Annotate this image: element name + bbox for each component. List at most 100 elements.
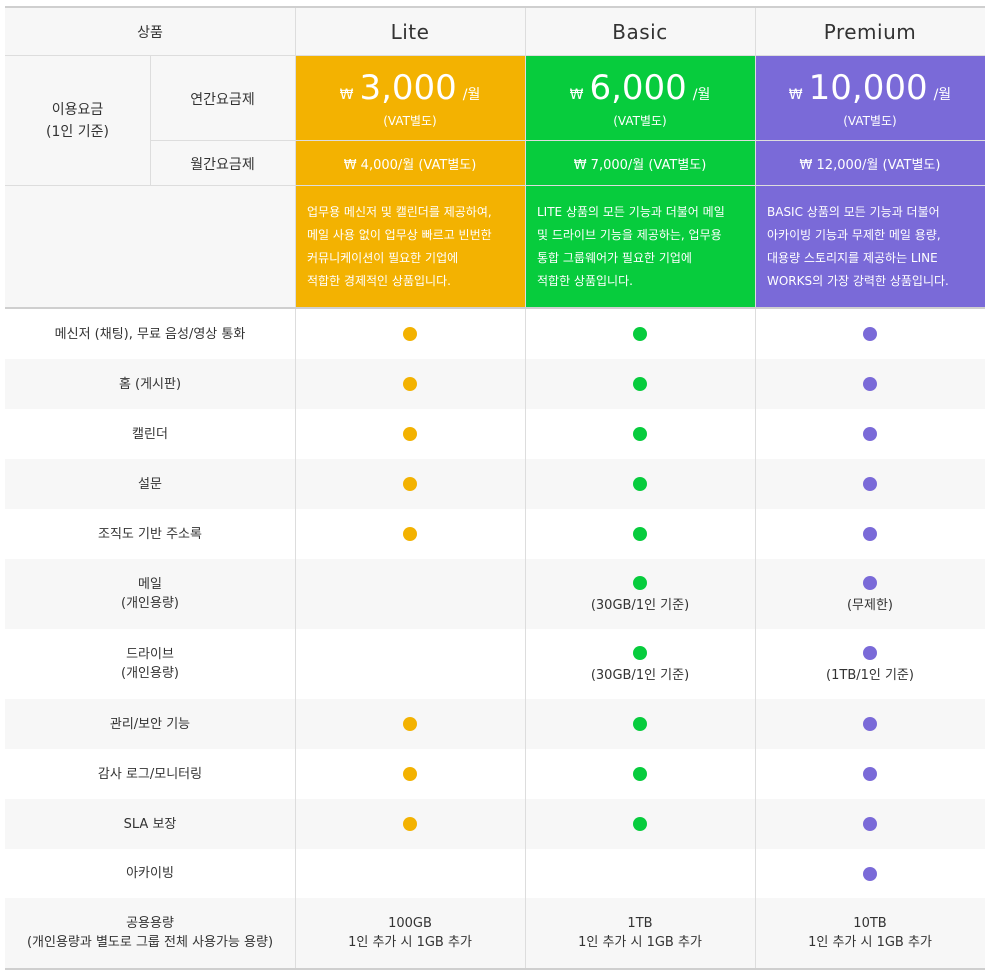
monthly-plan-label-text: 월간요금제: [190, 156, 255, 173]
currency-symbol: ₩: [339, 87, 354, 103]
feature-label: 캘린더: [5, 409, 295, 459]
feature-label: 설문: [5, 459, 295, 509]
included-dot-icon: [633, 645, 647, 660]
description-line: 통합 그룹웨어가 필요한 기업에: [537, 251, 692, 265]
feature-cell-premium: [755, 509, 985, 559]
monthly-price-basic: ₩ 7,000/월 (VAT별도): [525, 141, 755, 186]
pricing-group-label: 이용요금 (1인 기준): [5, 56, 150, 186]
storage-premium: 10TB 1인 추가 시 1GB 추가: [755, 898, 985, 968]
included-dot-icon: [403, 477, 417, 491]
description-line: 아카이빙 기능과 무제한 메일 용량,: [767, 228, 941, 242]
currency-symbol: ₩: [788, 87, 803, 103]
included-dot-icon: [863, 477, 877, 491]
description-line: 및 드라이브 기능을 제공하는, 업무용: [537, 228, 722, 242]
pricing-table: 상품 Lite Basic Premium 이용요금 (1인 기준) 연간요금제…: [5, 0, 985, 976]
monthly-price-text: ₩ 12,000/월 (VAT별도): [799, 158, 941, 173]
feature-label-text: 감사 로그/모니터링: [97, 766, 203, 782]
description-basic: LITE 상품의 모든 기능과 더불어 메일 및 드라이브 기능을 제공하는, …: [525, 186, 755, 308]
included-dot-icon: [633, 427, 647, 441]
feature-cell-premium: [755, 749, 985, 799]
feature-cell-lite: [295, 849, 525, 898]
pricing-group-line1: 이용요금: [51, 102, 104, 118]
feature-label: 드라이브 (개인용량): [5, 629, 295, 699]
feature-cell-lite: [295, 559, 525, 629]
feature-label-sub: (개인용량): [121, 596, 179, 611]
feature-cell-lite: [295, 629, 525, 699]
price-value: 10,000: [808, 68, 928, 108]
storage-per-user: 1인 추가 시 1GB 추가: [348, 935, 472, 950]
storage-amount: 1TB: [627, 916, 653, 931]
annual-price-basic: ₩6,000/월 (VAT별도): [525, 56, 755, 141]
included-dot-icon: [863, 575, 877, 590]
table-bottom-border: [5, 968, 985, 970]
product-header-label: 상품: [137, 25, 163, 41]
price-value: 6,000: [589, 68, 687, 108]
feature-cell-premium: [755, 849, 985, 898]
storage-label: 공용용량 (개인용량과 별도로 그룹 전체 사용가능 용량): [5, 898, 295, 968]
feature-label: 홈 (게시판): [5, 359, 295, 409]
currency-symbol: ₩: [569, 87, 584, 103]
plan-name-lite: Lite: [390, 20, 430, 44]
storage-basic: 1TB 1인 추가 시 1GB 추가: [525, 898, 755, 968]
included-dot-icon: [633, 767, 647, 781]
feature-cell-premium: (1TB/1인 기준): [755, 629, 985, 699]
feature-cell-premium: [755, 799, 985, 849]
feature-cell-premium: [755, 699, 985, 749]
description-line: 적합한 경제적인 상품입니다.: [307, 274, 451, 288]
feature-label: 아카이빙: [5, 849, 295, 898]
feature-note: (30GB/1인 기준): [590, 667, 690, 683]
feature-label: SLA 보장: [5, 799, 295, 849]
included-dot-icon: [403, 427, 417, 441]
feature-cell-basic: [525, 799, 755, 849]
column-divider: [525, 8, 526, 968]
description-lite: 업무용 메신저 및 캘린더를 제공하여, 메일 사용 없이 업무상 빠르고 빈번…: [295, 186, 525, 308]
feature-cell-premium: [755, 309, 985, 359]
included-dot-icon: [863, 377, 877, 391]
storage-amount: 10TB: [853, 916, 887, 931]
description-line: 적합한 상품입니다.: [537, 274, 633, 288]
pricing-group-line2: (1인 기준): [46, 124, 109, 140]
monthly-price-lite: ₩ 4,000/월 (VAT별도): [295, 141, 525, 186]
included-dot-icon: [403, 817, 417, 831]
feature-label: 관리/보안 기능: [5, 699, 295, 749]
price-value: 3,000: [359, 68, 457, 108]
column-divider: [755, 8, 756, 968]
monthly-price-text: ₩ 4,000/월 (VAT별도): [343, 158, 477, 173]
feature-cell-lite: [295, 799, 525, 849]
feature-cell-basic: [525, 699, 755, 749]
feature-label-text: 관리/보안 기능: [109, 716, 191, 732]
included-dot-icon: [633, 377, 647, 391]
feature-cell-basic: [525, 849, 755, 898]
feature-cell-basic: [525, 359, 755, 409]
annual-price-lite: ₩3,000/월 (VAT별도): [295, 56, 525, 141]
feature-cell-premium: [755, 359, 985, 409]
row-divider: [5, 185, 985, 186]
included-dot-icon: [633, 817, 647, 831]
feature-cell-lite: [295, 509, 525, 559]
vat-note: (VAT별도): [843, 114, 897, 128]
feature-cell-lite: [295, 359, 525, 409]
storage-label-main: 공용용량: [126, 916, 174, 931]
price-period: /월: [933, 87, 952, 103]
included-dot-icon: [863, 817, 877, 831]
feature-cell-premium: (무제한): [755, 559, 985, 629]
feature-cell-lite: [295, 459, 525, 509]
feature-cell-premium: [755, 409, 985, 459]
vat-note: (VAT별도): [613, 114, 667, 128]
feature-cell-premium: [755, 459, 985, 509]
included-dot-icon: [633, 327, 647, 341]
included-dot-icon: [403, 717, 417, 731]
description-line: 커뮤니케이션이 필요한 기업에: [307, 251, 459, 265]
annual-price-premium: ₩10,000/월 (VAT별도): [755, 56, 985, 141]
price-period: /월: [692, 87, 711, 103]
feature-label-text: 조직도 기반 주소록: [98, 526, 202, 542]
plan-name-basic: Basic: [612, 20, 668, 44]
description-line: 업무용 메신저 및 캘린더를 제공하여,: [307, 205, 492, 219]
plan-name-premium: Premium: [823, 20, 917, 44]
feature-cell-lite: [295, 749, 525, 799]
column-divider: [295, 8, 296, 968]
feature-cell-lite: [295, 699, 525, 749]
description-line: BASIC 상품의 모든 기능과 더불어: [767, 205, 940, 219]
feature-note: (무제한): [846, 597, 894, 613]
included-dot-icon: [633, 527, 647, 541]
